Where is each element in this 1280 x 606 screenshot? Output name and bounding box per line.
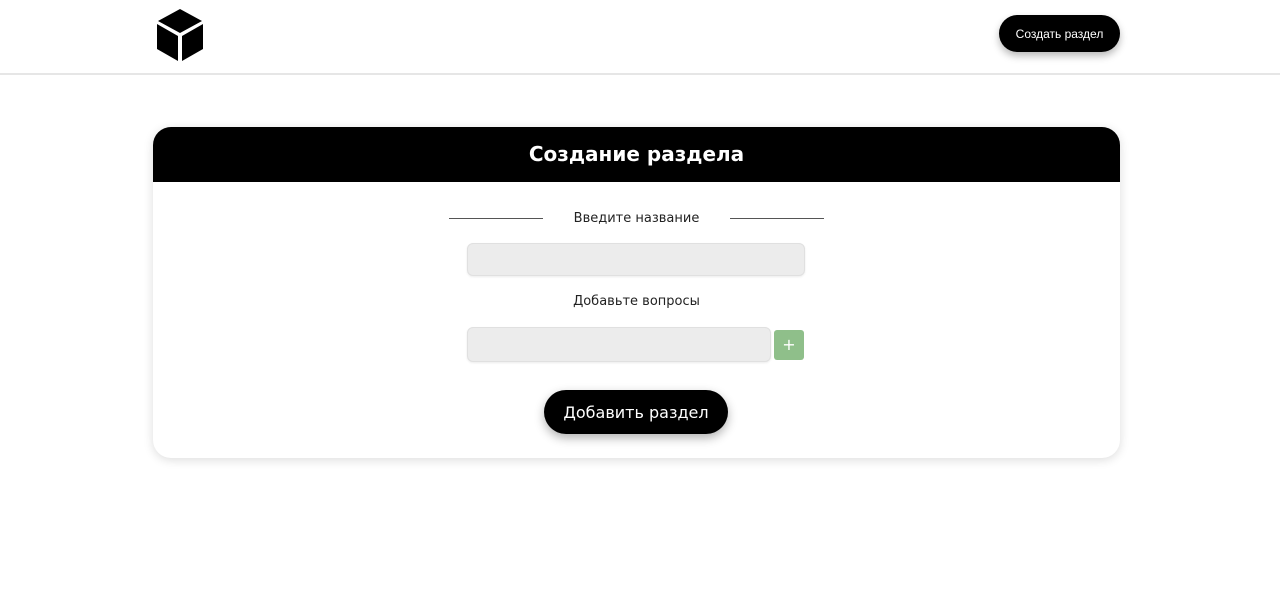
name-label-row: Введите название: [449, 209, 824, 229]
questions-label: Добавьте вопросы: [573, 294, 700, 309]
divider-right: [730, 218, 824, 219]
add-question-button[interactable]: +: [774, 330, 804, 360]
section-name-input[interactable]: [467, 243, 805, 276]
add-section-button[interactable]: Добавить раздел: [544, 390, 728, 434]
card-title: Создание раздела: [153, 127, 1120, 182]
create-section-button[interactable]: Создать раздел: [999, 15, 1120, 52]
question-input[interactable]: [467, 327, 771, 362]
cube-icon[interactable]: [155, 8, 205, 62]
name-label: Введите название: [573, 211, 700, 226]
create-section-card: Создание раздела Введите название Добавь…: [153, 127, 1120, 458]
header: Создать раздел: [0, 0, 1280, 75]
